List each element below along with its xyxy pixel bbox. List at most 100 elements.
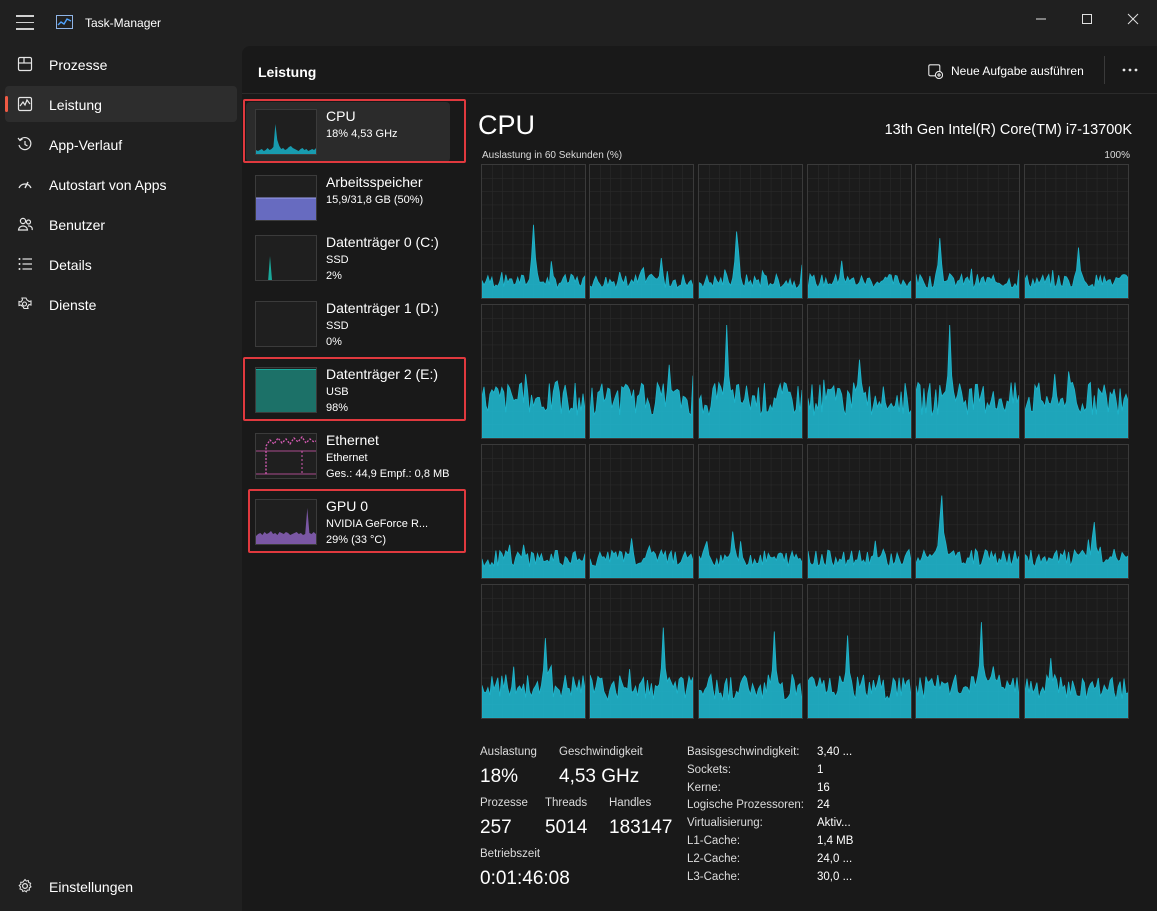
maximize-icon — [1082, 14, 1092, 24]
logical-processor-graph-6 — [481, 304, 586, 439]
resource-name: Arbeitsspeicher — [326, 174, 423, 190]
users-icon — [17, 217, 33, 231]
nav-label-performance: Leistung — [49, 97, 102, 113]
utilization-value: 18% — [480, 766, 519, 787]
main-header: Leistung Neue Aufgabe ausführen — [242, 46, 1157, 94]
detail-key: L1-Cache: — [687, 835, 741, 847]
uptime-label: Betriebszeit — [480, 848, 541, 860]
detail-value: 24,0 ... — [817, 852, 853, 865]
cpu-model: 13th Gen Intel(R) Core(TM) i7-13700K — [884, 122, 1132, 138]
close-button[interactable] — [1110, 4, 1156, 34]
nav-item-processes[interactable]: Prozesse — [5, 46, 237, 82]
speed-label: Geschwindigkeit — [559, 746, 643, 758]
minimize-button[interactable] — [1018, 4, 1064, 34]
resource-thumbnail-graph — [255, 235, 317, 281]
red-highlight-box — [243, 99, 466, 163]
logical-processor-graph-15 — [807, 444, 912, 579]
logical-processor-graph-20 — [698, 584, 803, 719]
detail-value: 16 — [817, 781, 830, 794]
processes-value: 257 — [480, 817, 512, 838]
resource-item-disk-0[interactable]: Datenträger 0 (C:) SSD 2% — [246, 228, 450, 288]
new-task-label: Neue Aufgabe ausführen — [951, 64, 1084, 78]
logical-processor-graph-12 — [481, 444, 586, 579]
nav-item-users[interactable]: Benutzer — [5, 206, 237, 242]
resource-detail-2: 0% — [326, 336, 342, 348]
detail-key: Virtualisierung: — [687, 817, 763, 830]
logical-processor-graph-18 — [481, 584, 586, 719]
nav-label-users: Benutzer — [49, 217, 106, 233]
logical-processor-graph-4 — [915, 164, 1020, 299]
task-manager-app-icon — [56, 15, 73, 29]
resource-detail-2: 2% — [326, 270, 342, 282]
logical-processor-graph-22 — [915, 584, 1020, 719]
services-icon — [18, 297, 32, 310]
nav-label-app-history: App-Verlauf — [49, 137, 123, 153]
detail-value: 30,0 ... — [817, 870, 853, 883]
logical-processor-graph-0 — [481, 164, 586, 299]
resource-thumbnail-graph — [255, 175, 317, 221]
performance-icon — [17, 96, 33, 112]
detail-key: L3-Cache: — [687, 870, 741, 883]
maximize-button[interactable] — [1064, 4, 1110, 34]
resource-item-ethernet[interactable]: Ethernet Ethernet Ges.: 44,9 Empf.: 0,8 MB — [246, 426, 450, 486]
nav-item-services[interactable]: Dienste — [5, 286, 237, 322]
resource-detail-1: SSD — [326, 320, 349, 332]
details-icon — [18, 258, 32, 270]
resource-item-memory[interactable]: Arbeitsspeicher 15,9/31,8 GB (50%) — [246, 168, 450, 228]
resource-name: Ethernet — [326, 432, 379, 448]
logical-processor-graph-8 — [698, 304, 803, 439]
logical-processor-graph-11 — [1024, 304, 1129, 439]
new-task-icon — [928, 63, 943, 79]
graph-max-label: 100% — [1104, 150, 1130, 161]
handles-label: Handles — [609, 797, 652, 809]
close-icon — [1127, 13, 1139, 25]
startup-icon — [18, 181, 32, 189]
logical-processor-graph-17 — [1024, 444, 1129, 579]
history-icon — [17, 136, 32, 151]
processes-label: Prozesse — [480, 797, 528, 809]
utilization-label: Auslastung — [480, 746, 537, 758]
red-highlight-box — [243, 357, 466, 421]
graph-caption: Auslastung in 60 Sekunden (%) — [482, 150, 623, 161]
logical-processor-graph-2 — [698, 164, 803, 299]
uptime-value: 0:01:46:08 — [480, 868, 570, 889]
nav-item-app-history[interactable]: App-Verlauf — [5, 126, 237, 162]
resource-item-disk-1[interactable]: Datenträger 1 (D:) SSD 0% — [246, 294, 450, 354]
nav-item-settings[interactable]: Einstellungen — [5, 868, 237, 904]
logical-processor-graph-7 — [589, 304, 694, 439]
nav-item-startup-apps[interactable]: Autostart von Apps — [5, 166, 237, 202]
detail-value: 24 — [817, 799, 830, 812]
new-task-button[interactable]: Neue Aufgabe ausführen — [928, 58, 1084, 84]
logical-processor-graph-5 — [1024, 164, 1129, 299]
threads-value: 5014 — [545, 817, 588, 838]
more-options-icon[interactable] — [1118, 60, 1142, 80]
page-title: Leistung — [258, 64, 317, 80]
processes-icon — [17, 56, 33, 72]
nav-label-settings: Einstellungen — [49, 879, 134, 895]
nav-label-processes: Prozesse — [49, 57, 108, 73]
threads-label: Threads — [545, 797, 588, 809]
nav-item-details[interactable]: Details — [5, 246, 237, 282]
nav-item-performance[interactable]: Leistung — [5, 86, 237, 122]
logical-processor-graph-21 — [807, 584, 912, 719]
detail-value: 1,4 MB — [817, 835, 854, 847]
settings-gear-icon — [18, 878, 32, 893]
detail-key: Sockets: — [687, 763, 732, 776]
detail-key: Basisgeschwindigkeit: — [687, 746, 800, 758]
minimize-icon — [1036, 18, 1046, 20]
header-separator — [1104, 56, 1105, 84]
detail-key: L2-Cache: — [687, 852, 741, 865]
logical-processor-graph-16 — [915, 444, 1020, 579]
resource-thumbnail-graph — [255, 433, 317, 479]
resource-detail-2: Ges.: 44,9 Empf.: 0,8 MB — [326, 468, 450, 480]
detail-key: Logische Prozessoren: — [687, 799, 804, 812]
resource-name: Datenträger 1 (D:) — [326, 300, 439, 316]
nav-label-details: Details — [49, 257, 92, 273]
nav-label-startup-apps: Autostart von Apps — [49, 177, 167, 193]
window-title: Task-Manager — [85, 16, 162, 30]
hamburger-menu-icon[interactable] — [16, 15, 34, 31]
logical-processor-graph-10 — [915, 304, 1020, 439]
handles-value: 183147 — [609, 817, 673, 838]
logical-processor-graph-3 — [807, 164, 912, 299]
logical-processor-graph-13 — [589, 444, 694, 579]
